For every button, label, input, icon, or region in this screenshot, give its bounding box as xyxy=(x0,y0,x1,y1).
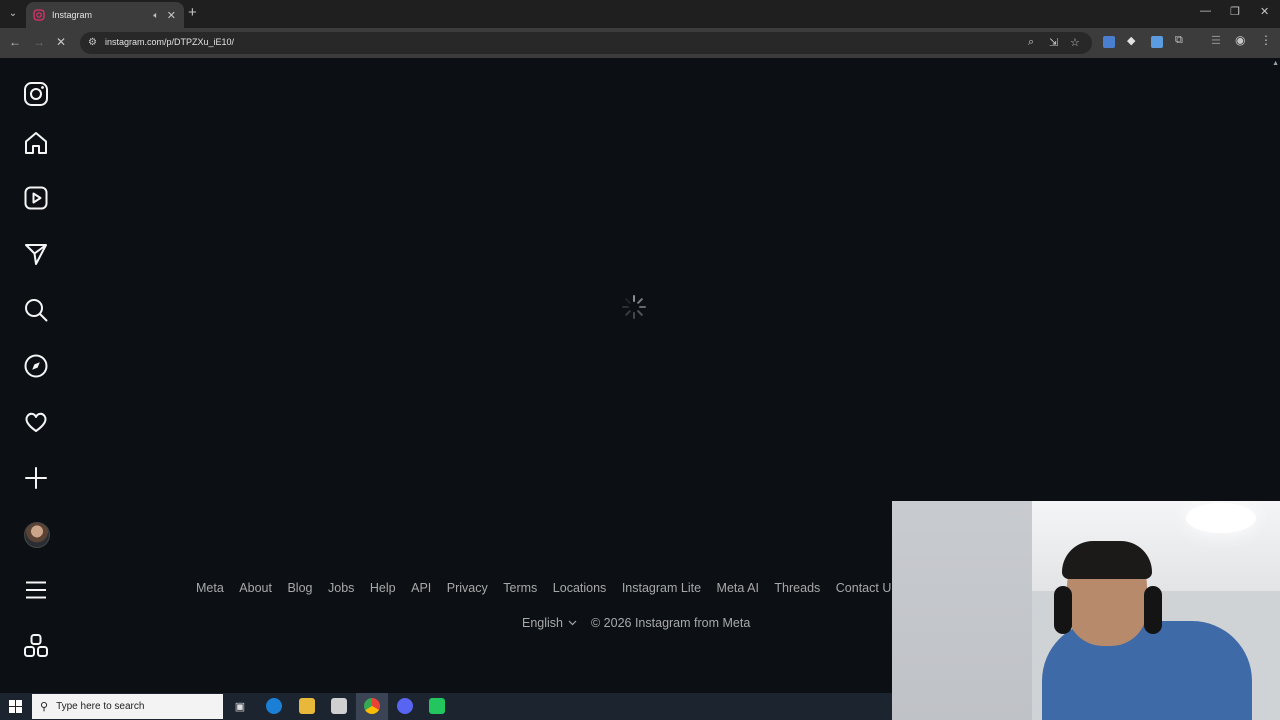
discord-icon[interactable] xyxy=(397,698,413,714)
url-text: instagram.com/p/DTPZXu_iE10/ xyxy=(105,37,235,47)
forward-button[interactable]: → xyxy=(33,35,45,49)
footer-link-blog[interactable]: Blog xyxy=(287,581,312,599)
bookmark-star-icon[interactable]: ☆ xyxy=(1070,36,1080,49)
footer-link-api[interactable]: API xyxy=(411,581,431,599)
chrome-icon[interactable] xyxy=(364,698,380,714)
address-bar[interactable]: ⚙ instagram.com/p/DTPZXu_iE10/ ⌕ ⇲ ☆ xyxy=(80,32,1092,54)
taskbar-search-placeholder: Type here to search xyxy=(56,701,145,712)
tab-close-icon[interactable]: ✕ xyxy=(167,9,176,22)
site-info-icon[interactable]: ⚙ xyxy=(88,37,97,48)
loading-spinner-icon xyxy=(622,295,646,319)
tab-audio-icon[interactable]: 🔈︎ xyxy=(153,10,158,21)
browser-tab-strip: ⌄ Instagram 🔈︎ ✕ + — ❐ ✕ xyxy=(0,0,1280,28)
edge-icon[interactable] xyxy=(266,698,282,714)
more-menu-icon[interactable] xyxy=(22,576,50,604)
instagram-favicon-icon xyxy=(33,9,45,21)
chrome-menu-icon[interactable]: ⋮ xyxy=(1260,33,1272,47)
tab-title: Instagram xyxy=(52,10,93,20)
minimize-icon[interactable]: — xyxy=(1200,5,1211,17)
restore-icon[interactable]: ❐ xyxy=(1230,5,1240,18)
footer-link-contact-uploading[interactable]: Contact Uploading & Non-Users xyxy=(836,581,892,599)
extension-translate-icon[interactable] xyxy=(1103,36,1115,48)
browser-tab-instagram[interactable]: Instagram 🔈︎ ✕ xyxy=(26,2,184,28)
footer-link-threads[interactable]: Threads xyxy=(774,581,820,599)
language-selector[interactable]: English xyxy=(522,616,577,630)
explore-icon[interactable] xyxy=(22,352,50,380)
taskbar-search-icon: ⚲ xyxy=(40,701,49,713)
scroll-up-arrow-icon[interactable]: ▲ xyxy=(1272,60,1279,67)
messages-icon[interactable] xyxy=(22,240,50,268)
also-from-meta-icon[interactable] xyxy=(22,632,50,660)
notifications-icon[interactable] xyxy=(22,408,50,436)
footer-link-terms[interactable]: Terms xyxy=(503,581,537,599)
reels-icon[interactable] xyxy=(22,184,50,212)
extensions-puzzle-icon[interactable]: ⧉ xyxy=(1175,34,1187,46)
footer-bottom: English © 2026 Instagram from Meta xyxy=(522,616,750,630)
extension-diamond-icon[interactable]: ◆ xyxy=(1127,34,1139,47)
create-icon[interactable] xyxy=(22,464,50,492)
footer-link-meta[interactable]: Meta xyxy=(196,581,224,599)
install-app-icon[interactable]: ⇲ xyxy=(1049,36,1058,49)
task-view-icon[interactable]: ▣ xyxy=(232,698,248,714)
taskbar-search-box[interactable]: ⚲ Type here to search xyxy=(32,694,223,719)
extension-image-icon[interactable] xyxy=(1151,36,1163,48)
footer-link-privacy[interactable]: Privacy xyxy=(447,581,488,599)
footer-link-about[interactable]: About xyxy=(239,581,272,599)
copyright-text: © 2026 Instagram from Meta xyxy=(591,616,751,630)
windows-taskbar: ⚲ Type here to search ▣ xyxy=(0,693,892,720)
file-explorer-icon[interactable] xyxy=(299,698,315,714)
stop-loading-button[interactable]: ✕ xyxy=(56,35,66,49)
search-icon[interactable] xyxy=(22,296,50,324)
footer-link-jobs[interactable]: Jobs xyxy=(328,581,354,599)
footer-link-help[interactable]: Help xyxy=(370,581,396,599)
webcam-overlay xyxy=(892,501,1280,720)
browser-toolbar: ← → ✕ ⚙ instagram.com/p/DTPZXu_iE10/ ⌕ ⇲… xyxy=(0,28,1280,58)
footer-link-meta-ai[interactable]: Meta AI xyxy=(717,581,759,599)
zoom-icon[interactable]: ⌕ xyxy=(1028,36,1034,49)
reading-list-icon[interactable]: ☰ xyxy=(1211,34,1223,47)
android-app-icon[interactable] xyxy=(429,698,445,714)
new-tab-button[interactable]: + xyxy=(188,5,197,21)
profile-icon[interactable]: ◉ xyxy=(1235,33,1247,47)
footer-links: Meta About Blog Jobs Help API Privacy Te… xyxy=(196,581,892,599)
instagram-logo-icon[interactable] xyxy=(22,80,50,108)
language-label: English xyxy=(522,616,563,630)
home-icon[interactable] xyxy=(22,129,50,157)
back-button[interactable]: ← xyxy=(9,35,21,49)
windows-start-icon[interactable] xyxy=(9,700,22,713)
footer-link-locations[interactable]: Locations xyxy=(553,581,607,599)
close-window-icon[interactable]: ✕ xyxy=(1260,5,1269,18)
tab-search-button[interactable]: ⌄ xyxy=(4,4,22,22)
footer-link-instagram-lite[interactable]: Instagram Lite xyxy=(622,581,701,599)
chevron-down-icon xyxy=(568,620,577,626)
microsoft-store-icon[interactable] xyxy=(331,698,347,714)
profile-avatar[interactable] xyxy=(24,522,50,548)
